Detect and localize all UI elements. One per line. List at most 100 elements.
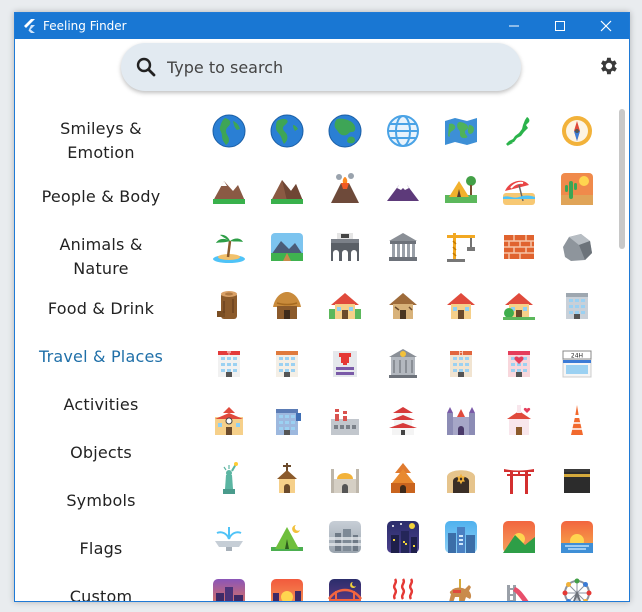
svg-text:H: H <box>459 350 464 357</box>
desert-island-icon[interactable] <box>211 229 247 265</box>
carousel-horse-icon[interactable] <box>443 577 479 602</box>
brick-icon[interactable] <box>501 229 537 265</box>
category-flags[interactable]: Flags <box>15 537 187 561</box>
sunset-icon[interactable] <box>269 577 305 602</box>
fountain-icon[interactable] <box>211 519 247 555</box>
app-window: Feeling Finder Smileys & Emotion People & … <box>14 12 630 602</box>
world-map-icon[interactable] <box>443 113 479 149</box>
bank-icon[interactable] <box>385 345 421 381</box>
category-label: Activities <box>63 395 139 414</box>
kaaba-icon[interactable] <box>559 461 595 497</box>
sunrise-over-mountains-icon[interactable] <box>501 519 537 555</box>
category-travel-places[interactable]: Travel & Places <box>15 345 187 369</box>
department-store-icon[interactable] <box>269 403 305 439</box>
cityscape-at-dusk-icon[interactable] <box>211 577 247 602</box>
castle-icon[interactable] <box>443 403 479 439</box>
house-icon[interactable] <box>443 287 479 323</box>
stadium-icon[interactable] <box>327 229 363 265</box>
maximize-icon <box>555 21 565 31</box>
category-smileys-emotion[interactable]: Smileys & Emotion <box>15 117 187 165</box>
hotel-icon[interactable]: H <box>443 345 479 381</box>
main-content: Smileys & Emotion People & Body Animals & Na… <box>15 39 629 601</box>
category-label: Custom <box>69 587 133 602</box>
mount-fuji-icon[interactable] <box>385 171 421 207</box>
snow-capped-mountain-icon[interactable] <box>211 171 247 207</box>
house-with-garden-icon[interactable] <box>501 287 537 323</box>
title-bar[interactable]: Feeling Finder <box>15 13 629 39</box>
category-people-body[interactable]: People & Body <box>15 185 187 209</box>
wedding-icon[interactable] <box>501 403 537 439</box>
bridge-at-night-icon[interactable] <box>327 577 363 602</box>
map-of-japan-icon[interactable] <box>501 113 537 149</box>
category-label: Food & Drink <box>47 299 155 318</box>
scrollbar-thumb[interactable] <box>619 109 625 249</box>
close-icon <box>600 20 612 32</box>
compass-icon[interactable] <box>559 113 595 149</box>
hospital-icon[interactable] <box>327 345 363 381</box>
search-input[interactable] <box>165 56 489 78</box>
svg-text:〒: 〒 <box>226 351 232 358</box>
shinto-shrine-icon[interactable] <box>501 461 537 497</box>
factory-icon[interactable] <box>327 403 363 439</box>
ferris-wheel-icon[interactable] <box>559 577 595 602</box>
category-activities[interactable]: Activities <box>15 393 187 417</box>
window-title: Feeling Finder <box>43 19 127 33</box>
globe-europe-africa-icon[interactable] <box>211 113 247 149</box>
rock-icon[interactable] <box>559 229 595 265</box>
globe-with-meridians-icon[interactable] <box>385 113 421 149</box>
post-office-icon[interactable] <box>269 345 305 381</box>
beach-with-umbrella-icon[interactable] <box>501 171 537 207</box>
category-label: Objects <box>70 443 132 462</box>
close-button[interactable] <box>583 13 629 39</box>
globe-asia-australia-icon[interactable] <box>327 113 363 149</box>
tent-icon[interactable] <box>269 519 305 555</box>
settings-gear-icon[interactable] <box>597 55 619 77</box>
building-construction-icon[interactable] <box>443 229 479 265</box>
category-custom[interactable]: Custom <box>15 585 187 602</box>
mosque-icon[interactable] <box>327 461 363 497</box>
office-building-icon[interactable] <box>559 287 595 323</box>
derelict-house-icon[interactable] <box>385 287 421 323</box>
mountain-icon[interactable] <box>269 171 305 207</box>
hut-icon[interactable] <box>269 287 305 323</box>
school-icon[interactable] <box>211 403 247 439</box>
church-icon[interactable] <box>269 461 305 497</box>
classical-building-icon[interactable] <box>385 229 421 265</box>
hindu-temple-icon[interactable] <box>385 461 421 497</box>
cityscape-icon[interactable] <box>443 519 479 555</box>
volcano-icon[interactable] <box>327 171 363 207</box>
foggy-icon[interactable] <box>327 519 363 555</box>
window-controls <box>491 13 629 39</box>
category-symbols[interactable]: Symbols <box>15 489 187 513</box>
convenience-store-icon[interactable]: 24H <box>559 345 595 381</box>
synagogue-icon[interactable] <box>443 461 479 497</box>
svg-text:24H: 24H <box>571 353 583 360</box>
category-label: Travel & Places <box>38 347 164 366</box>
camping-icon[interactable] <box>443 171 479 207</box>
national-park-icon[interactable] <box>269 229 305 265</box>
category-label: People & Body <box>41 187 161 206</box>
love-hotel-icon[interactable] <box>501 345 537 381</box>
category-objects[interactable]: Objects <box>15 441 187 465</box>
globe-americas-icon[interactable] <box>269 113 305 149</box>
category-animals-nature[interactable]: Animals & Nature <box>15 233 187 281</box>
minimize-button[interactable] <box>491 13 537 39</box>
category-label: Emotion <box>67 143 135 162</box>
japanese-post-office-icon[interactable]: 〒 <box>211 345 247 381</box>
category-food-drink[interactable]: Food & Drink <box>15 297 187 321</box>
minimize-icon <box>509 25 519 27</box>
night-with-stars-icon[interactable] <box>385 519 421 555</box>
desert-icon[interactable] <box>559 171 595 207</box>
category-label: Symbols <box>66 491 136 510</box>
search-bar[interactable] <box>121 43 521 91</box>
search-icon <box>136 57 156 77</box>
statue-of-liberty-icon[interactable] <box>211 461 247 497</box>
japanese-castle-icon[interactable] <box>385 403 421 439</box>
hot-springs-icon[interactable] <box>385 577 421 602</box>
houses-icon[interactable] <box>327 287 363 323</box>
wood-icon[interactable] <box>211 287 247 323</box>
maximize-button[interactable] <box>537 13 583 39</box>
tokyo-tower-icon[interactable] <box>559 403 595 439</box>
playground-slide-icon[interactable] <box>501 577 537 602</box>
sunrise-icon[interactable] <box>559 519 595 555</box>
